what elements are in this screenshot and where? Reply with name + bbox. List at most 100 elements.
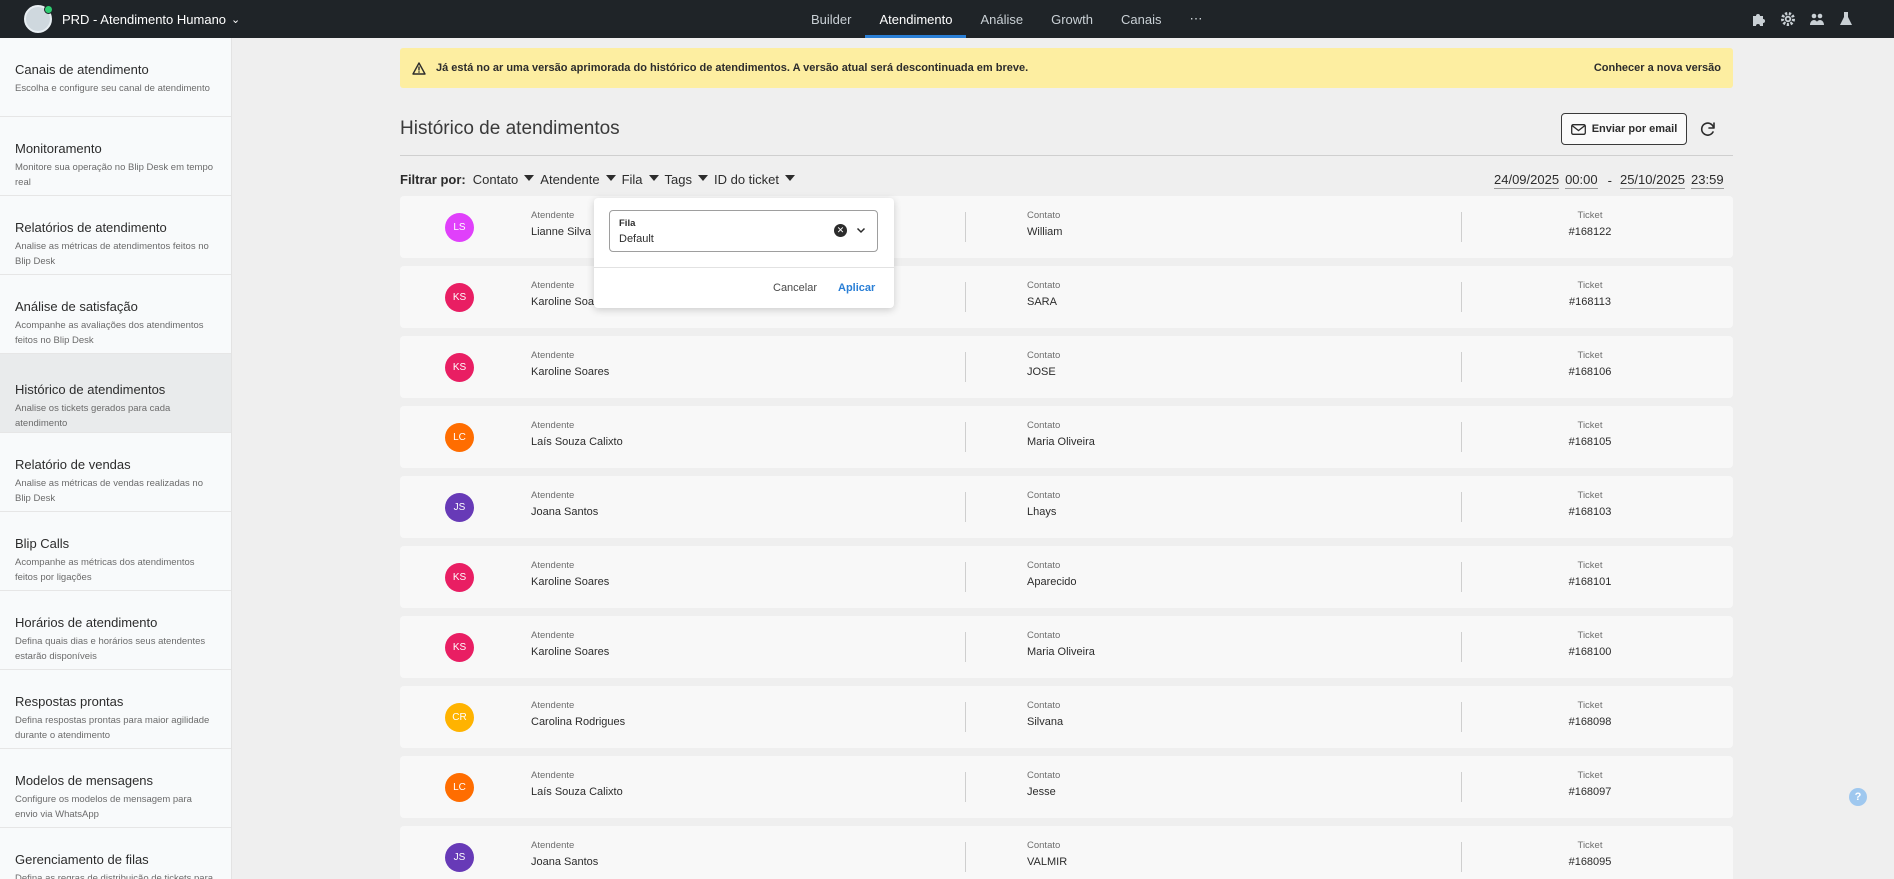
table-row[interactable]: LC Atendente Laís Souza Calixto Contato Ma…: [400, 406, 1733, 468]
divider: [1461, 212, 1462, 242]
divider: [965, 352, 966, 382]
ticket-cell: Ticket #168098: [1560, 700, 1620, 728]
ticket-number: #168095: [1568, 856, 1612, 868]
cancel-button[interactable]: Cancelar: [773, 282, 817, 294]
table-row[interactable]: JS Atendente Joana Santos Contato Lhays Ti…: [400, 476, 1733, 538]
flask-icon[interactable]: [1838, 11, 1854, 27]
chevron-down-icon: ⌄: [231, 13, 241, 26]
sidebar-item-title: Modelos de mensagens: [15, 773, 154, 788]
more-icon[interactable]: ⋯: [1175, 0, 1216, 38]
gear-icon[interactable]: [1780, 11, 1796, 27]
ticket-cell: Ticket #168097: [1560, 770, 1620, 798]
table-row[interactable]: KS Atendente Karoline Soares Contato JOSE …: [400, 336, 1733, 398]
nav-growth[interactable]: Growth: [1037, 0, 1107, 38]
nav-builder[interactable]: Builder: [797, 0, 865, 38]
contact-cell: Contato Aparecido: [1027, 560, 1077, 588]
send-email-button[interactable]: Enviar por email: [1561, 113, 1687, 145]
table-row[interactable]: KS Atendente Karoline Soares Contato Apare…: [400, 546, 1733, 608]
ticket-label: Ticket: [1577, 770, 1603, 781]
top-bar: PRD - Atendimento Humano ⌄ Builder Atend…: [0, 0, 1894, 38]
warning-icon: [412, 61, 426, 75]
send-email-label: Enviar por email: [1591, 123, 1678, 135]
queue-select[interactable]: Fila Default ✕: [609, 210, 878, 252]
agent-name: Joana Santos: [531, 856, 599, 868]
divider: [965, 702, 966, 732]
ticket-label: Ticket: [1577, 560, 1603, 571]
sidebar-item-title: Histórico de atendimentos: [15, 382, 166, 397]
contact-name: Lhays: [1027, 506, 1057, 518]
sidebar-item-title: Respostas prontas: [15, 694, 124, 709]
avatar: LC: [445, 773, 474, 802]
sidebar-item-blip-calls[interactable]: Blip Calls Acompanhe as métricas dos aten…: [0, 512, 231, 591]
puzzle-icon[interactable]: [1751, 11, 1767, 27]
contact-label: Contato: [1027, 630, 1061, 641]
sidebar-item-canais[interactable]: Canais de atendimento Escolha e configure…: [0, 38, 231, 117]
sidebar-item-satisfacao[interactable]: Análise de satisfação Acompanhe as avalia…: [0, 275, 231, 354]
divider: [965, 632, 966, 662]
new-version-link[interactable]: Conhecer a nova versão: [1594, 62, 1721, 74]
sidebar-item-monitoramento[interactable]: Monitoramento Monitore sua operação no Bl…: [0, 117, 231, 196]
sidebar-item-vendas[interactable]: Relatório de vendas Analise as métricas d…: [0, 433, 231, 512]
date-to-input[interactable]: 25/10/2025: [1619, 172, 1686, 189]
contact-cell: Contato Lhays: [1027, 490, 1060, 518]
ticket-label: Ticket: [1577, 210, 1603, 221]
sidebar-item-desc: Acompanhe as métricas dos atendimentos f…: [15, 557, 195, 583]
help-icon[interactable]: ?: [1849, 788, 1867, 806]
refresh-icon[interactable]: [1698, 119, 1718, 139]
bot-selector[interactable]: PRD - Atendimento Humano ⌄: [24, 5, 240, 33]
sidebar-item-title: Análise de satisfação: [15, 299, 138, 314]
ticket-cell: Ticket #168106: [1560, 350, 1620, 378]
time-from-input[interactable]: 00:00: [1565, 172, 1598, 189]
agent-label: Atendente: [531, 420, 575, 431]
sidebar-item-horarios[interactable]: Horários de atendimento Defina quais dias…: [0, 591, 231, 670]
nav-canais[interactable]: Canais: [1107, 0, 1175, 38]
agent-label: Atendente: [531, 840, 575, 851]
agent-label: Atendente: [531, 350, 575, 361]
team-icon[interactable]: [1809, 11, 1825, 27]
sidebar-item-filas[interactable]: Gerenciamento de filas Defina as regras d…: [0, 828, 231, 879]
sidebar-item-historico[interactable]: Histórico de atendimentos Analise os tick…: [0, 354, 231, 433]
sidebar-item-modelos[interactable]: Modelos de mensagens Configure os modelos…: [0, 749, 231, 828]
nav-atendimento[interactable]: Atendimento: [865, 0, 967, 38]
main-nav: Builder Atendimento Análise Growth Canai…: [797, 0, 1216, 38]
date-from-input[interactable]: 24/09/2025: [1494, 172, 1560, 189]
nav-analise[interactable]: Análise: [966, 0, 1037, 38]
table-row[interactable]: KS Atendente Karoline Soares Contato Maria…: [400, 616, 1733, 678]
ticket-number: #168105: [1568, 436, 1612, 448]
filter-tags[interactable]: Tags: [665, 172, 708, 187]
table-row[interactable]: LC Atendente Laís Souza Calixto Contato Je…: [400, 756, 1733, 818]
sidebar-item-desc: Escolha e configure seu canal de atendim…: [15, 83, 210, 94]
sidebar-item-title: Monitoramento: [15, 141, 102, 156]
agent-cell: Atendente Laís Souza Calixto: [531, 770, 623, 798]
filter-contato[interactable]: Contato: [473, 172, 535, 187]
divider: [1461, 492, 1462, 522]
contact-name: Jesse: [1027, 786, 1056, 798]
caret-down-icon: [605, 174, 616, 181]
ticket-cell: Ticket #168095: [1560, 840, 1620, 868]
filter-atendente[interactable]: Atendente: [540, 172, 616, 187]
table-row[interactable]: JS Atendente Joana Santos Contato VALMIR T…: [400, 826, 1733, 879]
bot-name: PRD - Atendimento Humano: [62, 11, 227, 27]
ticket-cell: Ticket #168100: [1560, 630, 1620, 658]
filter-ticket-id-label: ID do ticket: [713, 172, 780, 187]
filter-ticket-id[interactable]: ID do ticket: [713, 172, 796, 187]
chevron-down-icon[interactable]: [855, 224, 867, 236]
top-icons: [1751, 0, 1854, 38]
sidebar-item-relatorios[interactable]: Relatórios de atendimento Analise as métr…: [0, 196, 231, 275]
contact-cell: Contato JOSE: [1027, 350, 1060, 378]
sidebar-item-respostas[interactable]: Respostas prontas Defina respostas pronta…: [0, 670, 231, 749]
date-range: 24/09/2025 00:00 - 25/10/2025 23:59: [1494, 172, 1730, 189]
divider: [1461, 352, 1462, 382]
clear-icon[interactable]: ✕: [834, 224, 847, 237]
contact-cell: Contato Silvana: [1027, 700, 1063, 728]
avatar: KS: [445, 633, 474, 662]
avatar: KS: [445, 563, 474, 592]
filter-atendente-label: Atendente: [540, 172, 600, 187]
time-to-input[interactable]: 23:59: [1691, 172, 1724, 189]
agent-name: Karoline Soares: [531, 646, 610, 658]
table-row[interactable]: CR Atendente Carolina Rodrigues Contato Si…: [400, 686, 1733, 748]
apply-button[interactable]: Aplicar: [838, 282, 875, 294]
filter-fila[interactable]: Fila: [622, 172, 659, 187]
agent-cell: Atendente Joana Santos: [531, 840, 598, 868]
divider: [965, 212, 966, 242]
